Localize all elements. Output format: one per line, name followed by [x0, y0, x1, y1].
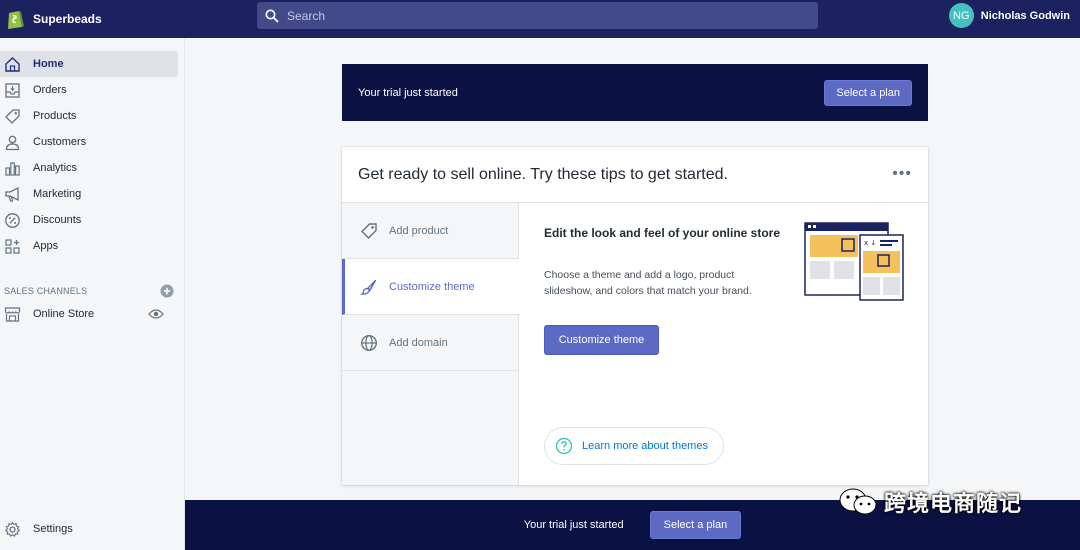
- brush-icon: [360, 278, 378, 296]
- sidebar-item-label: Apps: [33, 240, 59, 252]
- sidebar-item-label: Analytics: [33, 162, 78, 174]
- orders-icon: [4, 82, 21, 99]
- sidebar-item-orders[interactable]: Orders: [0, 77, 178, 103]
- wechat-logo-icon: [839, 488, 877, 515]
- tab-add-domain[interactable]: Add domain: [342, 315, 519, 371]
- avatar: NG: [948, 3, 974, 28]
- trial-banner: Your trial just started Select a plan: [342, 64, 928, 121]
- add-channel-icon[interactable]: [160, 284, 174, 298]
- gear-icon: [4, 521, 21, 538]
- bottom-select-plan-button[interactable]: Select a plan: [649, 511, 742, 539]
- tips-card-title: Get ready to sell online. Try these tips…: [358, 166, 728, 183]
- store-icon: [4, 306, 21, 323]
- sidebar-item-online-store[interactable]: Online Store: [0, 301, 178, 327]
- sales-channels-label: SALES CHANNELS: [4, 286, 88, 296]
- learn-more-themes-link[interactable]: Learn more about themes: [544, 427, 724, 465]
- apps-icon: [4, 238, 21, 255]
- store-name: Superbeads: [33, 12, 102, 26]
- sidebar-item-marketing[interactable]: Marketing: [0, 181, 178, 207]
- discount-icon: [4, 212, 21, 229]
- globe-icon: [360, 334, 378, 352]
- search-icon: [265, 9, 279, 22]
- sidebar-item-products[interactable]: Products: [0, 103, 178, 129]
- customize-theme-button[interactable]: Customize theme: [544, 325, 659, 355]
- tab-customize-theme[interactable]: Customize theme: [342, 259, 520, 315]
- user-name: Nicholas Godwin: [980, 9, 1070, 22]
- tag-icon: [4, 108, 21, 125]
- user-menu[interactable]: NG Nicholas Godwin: [948, 3, 1070, 28]
- search-input[interactable]: Search: [257, 2, 818, 29]
- more-actions-button[interactable]: •••: [892, 165, 912, 183]
- sidebar-item-discounts[interactable]: Discounts: [0, 207, 178, 233]
- megaphone-icon: [4, 186, 21, 203]
- sales-channels-header: SALES CHANNELS: [4, 284, 174, 298]
- sidebar-item-analytics[interactable]: Analytics: [0, 155, 178, 181]
- eye-icon[interactable]: [148, 308, 164, 320]
- tips-card: Get ready to sell online. Try these tips…: [342, 147, 928, 485]
- watermark-text: 跨境电商随记: [884, 491, 1023, 516]
- sidebar-item-label: Products: [33, 110, 77, 122]
- svg-text:x ↓: x ↓: [864, 239, 876, 247]
- search-placeholder: Search: [287, 8, 326, 23]
- watermark: 跨境电商随记: [838, 486, 1022, 518]
- tab-label: Add domain: [389, 336, 448, 349]
- sidebar-item-label: Discounts: [33, 214, 82, 226]
- tip-title: Edit the look and feel of your online st…: [544, 226, 781, 240]
- tips-tab-list: Add product Customize theme Add domain: [342, 203, 520, 485]
- trial-banner-text: Your trial just started: [358, 86, 458, 99]
- tip-description: Choose a theme and add a logo, product s…: [544, 269, 752, 297]
- person-icon: [4, 134, 21, 151]
- sidebar-item-label: Online Store: [33, 308, 95, 320]
- sidebar-item-settings[interactable]: Settings: [0, 516, 178, 542]
- sidebar-item-label: Orders: [33, 84, 67, 96]
- sidebar-item-apps[interactable]: Apps: [0, 233, 178, 259]
- top-bar: Superbeads Search NG Nicholas Godwin: [0, 0, 1080, 38]
- sidebar-item-label: Home: [33, 58, 64, 70]
- bottom-trial-text: Your trial just started: [523, 519, 624, 531]
- home-icon: [4, 56, 21, 73]
- bar-chart-icon: [4, 160, 21, 177]
- learn-more-label: Learn more about themes: [582, 440, 708, 452]
- sidebar-item-customers[interactable]: Customers: [0, 129, 178, 155]
- sidebar-item-label: Settings: [33, 523, 73, 535]
- sidebar: Home Orders Products Customers Analytics…: [0, 38, 185, 550]
- select-plan-button[interactable]: Select a plan: [824, 79, 912, 106]
- tab-label: Customize theme: [389, 280, 475, 293]
- sidebar-item-label: Marketing: [33, 188, 82, 200]
- sidebar-item-label: Customers: [33, 136, 87, 148]
- tab-label: Add product: [389, 224, 449, 237]
- help-circle-icon: [555, 437, 573, 455]
- theme-illustration-icon: x ↓: [804, 222, 904, 301]
- tag-icon: [360, 222, 378, 240]
- shopify-logo-icon: [8, 11, 24, 29]
- sidebar-item-home[interactable]: Home: [0, 51, 178, 77]
- tab-add-product[interactable]: Add product: [342, 203, 519, 259]
- store-brand[interactable]: Superbeads: [0, 8, 250, 30]
